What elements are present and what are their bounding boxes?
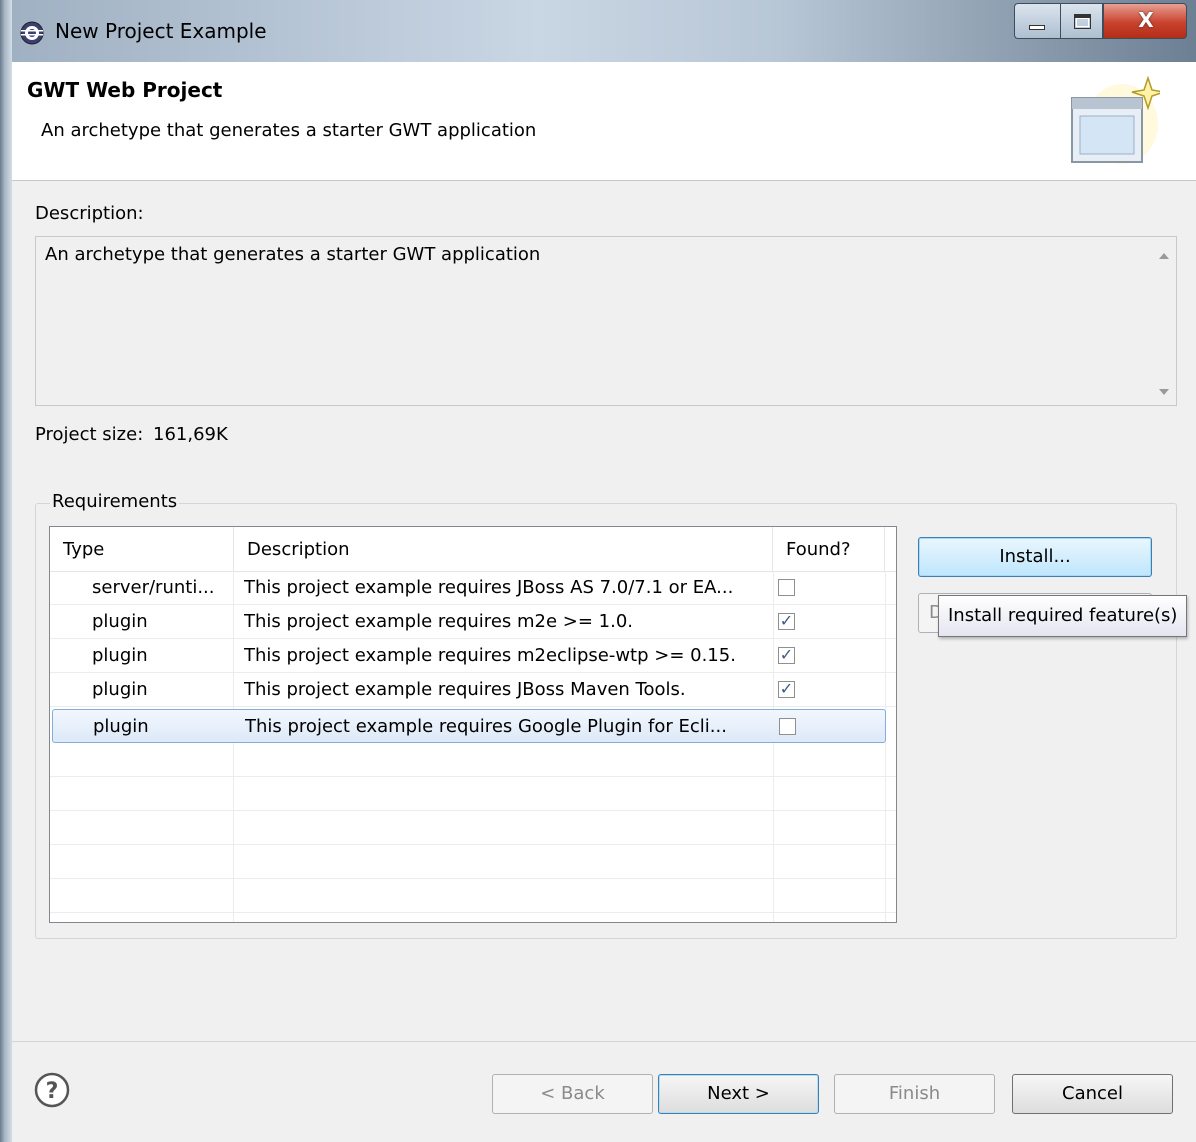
table-row-empty bbox=[50, 777, 896, 811]
row-type: plugin bbox=[92, 645, 148, 666]
project-size-label: Project size: 161,69K bbox=[35, 424, 228, 445]
row-description: This project example requires JBoss Mave… bbox=[244, 679, 686, 700]
close-button[interactable]: X bbox=[1103, 3, 1187, 39]
table-row-empty bbox=[50, 879, 896, 913]
eclipse-app-icon bbox=[20, 21, 44, 45]
window-title: New Project Example bbox=[55, 19, 267, 43]
maximize-icon bbox=[1074, 14, 1091, 29]
table-row-empty bbox=[50, 845, 896, 879]
description-label: Description: bbox=[35, 203, 144, 224]
column-header-found[interactable]: Found? bbox=[773, 527, 885, 571]
requirements-group-label: Requirements bbox=[50, 491, 180, 512]
help-glyph: ? bbox=[46, 1079, 59, 1104]
scroll-down-icon[interactable] bbox=[1159, 389, 1169, 395]
minimize-icon bbox=[1029, 25, 1045, 30]
table-row[interactable]: server/runti... This project example req… bbox=[50, 571, 896, 605]
row-description: This project example requires JBoss AS 7… bbox=[244, 577, 734, 598]
next-button[interactable]: Next > bbox=[658, 1074, 819, 1114]
description-textarea[interactable]: An archetype that generates a starter GW… bbox=[35, 236, 1177, 406]
table-row-empty bbox=[50, 811, 896, 845]
project-size-caption: Project size: bbox=[35, 424, 144, 445]
scroll-up-icon[interactable] bbox=[1159, 253, 1169, 259]
minimize-button[interactable] bbox=[1014, 3, 1060, 39]
description-text: An archetype that generates a starter GW… bbox=[45, 244, 541, 265]
row-type: plugin bbox=[92, 611, 148, 632]
help-icon[interactable]: ? bbox=[34, 1072, 70, 1108]
window-left-border bbox=[0, 0, 12, 1142]
install-button[interactable]: Install... bbox=[918, 537, 1152, 577]
checkbox-icon[interactable]: ✓ bbox=[778, 613, 795, 630]
table-row[interactable]: plugin This project example requires JBo… bbox=[50, 673, 896, 707]
install-tooltip: Install required feature(s) bbox=[938, 595, 1188, 637]
checkbox-icon[interactable]: ✓ bbox=[778, 681, 795, 698]
column-header-type[interactable]: Type bbox=[50, 527, 234, 571]
back-button[interactable]: < Back bbox=[492, 1074, 653, 1114]
description-scrollbar[interactable] bbox=[1152, 237, 1176, 405]
wizard-banner-icon bbox=[1071, 75, 1160, 164]
close-icon: X bbox=[1138, 8, 1154, 32]
requirements-table[interactable]: Type Description Found? server/runti... … bbox=[49, 526, 897, 923]
cancel-button[interactable]: Cancel bbox=[1012, 1074, 1173, 1114]
wizard-header: GWT Web Project An archetype that genera… bbox=[12, 62, 1196, 181]
maximize-button[interactable] bbox=[1060, 3, 1103, 39]
table-row-empty bbox=[50, 743, 896, 777]
row-type: plugin bbox=[92, 679, 148, 700]
checkbox-icon[interactable] bbox=[778, 579, 795, 596]
row-type: plugin bbox=[93, 716, 149, 737]
row-description: This project example requires m2e >= 1.0… bbox=[244, 611, 634, 632]
page-title: GWT Web Project bbox=[27, 78, 223, 102]
table-header: Type Description Found? bbox=[50, 527, 896, 572]
project-size-value: 161,69K bbox=[153, 424, 228, 445]
dialog-window: New Project Example X GWT Web Project An… bbox=[0, 0, 1196, 1142]
footer-divider bbox=[12, 1041, 1196, 1042]
page-subtitle: An archetype that generates a starter GW… bbox=[41, 120, 537, 141]
row-description: This project example requires Google Plu… bbox=[245, 716, 727, 737]
finish-button[interactable]: Finish bbox=[834, 1074, 995, 1114]
checkbox-icon[interactable]: ✓ bbox=[778, 647, 795, 664]
table-row[interactable]: plugin This project example requires m2e… bbox=[50, 639, 896, 673]
row-description: This project example requires m2eclipse-… bbox=[244, 645, 736, 666]
table-row[interactable]: plugin This project example requires m2e… bbox=[50, 605, 896, 639]
title-bar[interactable]: New Project Example X bbox=[0, 0, 1196, 62]
column-header-description[interactable]: Description bbox=[234, 527, 773, 571]
row-type: server/runti... bbox=[92, 577, 215, 598]
checkbox-icon[interactable] bbox=[779, 718, 796, 735]
table-row-selected[interactable]: plugin This project example requires Goo… bbox=[52, 709, 886, 743]
